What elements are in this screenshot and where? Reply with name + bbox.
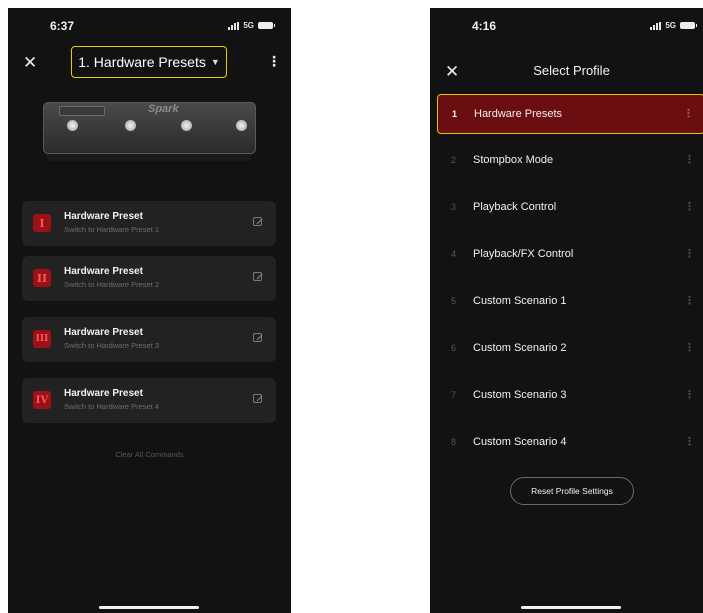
- command-subtitle: Switch to Hardware Preset 3: [64, 341, 160, 350]
- footswitch-knob: [181, 120, 192, 131]
- profile-name: Custom Scenario 4: [473, 436, 567, 448]
- profile-row-stompbox-mode[interactable]: 2 Stompbox Mode ⋮: [437, 141, 703, 181]
- drag-handle-icon[interactable]: ⋮: [684, 294, 695, 307]
- preset-selector-dropdown[interactable]: 1. Hardware Presets ▼: [71, 46, 227, 78]
- roman-numeral-badge: IV: [33, 391, 51, 409]
- footswitch-knob: [236, 120, 247, 131]
- profile-name: Custom Scenario 2: [473, 342, 567, 354]
- profile-name: Playback Control: [473, 201, 557, 213]
- drag-handle-icon[interactable]: ⋮: [684, 153, 695, 166]
- page-title: Select Profile: [533, 63, 610, 78]
- status-bar: 4:16 5G: [430, 8, 703, 48]
- home-indicator: [521, 606, 621, 609]
- profile-index: 6: [451, 343, 457, 353]
- profile-index: 8: [451, 437, 457, 447]
- profile-row-playback-fx-control[interactable]: 4 Playback/FX Control ⋮: [437, 235, 703, 275]
- edit-icon[interactable]: [253, 333, 262, 342]
- status-icons: 5G: [650, 21, 697, 30]
- battery-icon: [680, 22, 697, 29]
- hardware-preset-command-3[interactable]: III Hardware Preset Switch to Hardware P…: [22, 317, 276, 362]
- command-title: Hardware Preset: [64, 388, 143, 399]
- network-label: 5G: [665, 21, 676, 30]
- profile-name: Custom Scenario 1: [473, 295, 567, 307]
- profile-row-custom-scenario-2[interactable]: 6 Custom Scenario 2 ⋮: [437, 329, 703, 369]
- signal-icon: [228, 21, 240, 30]
- status-time: 4:16: [472, 19, 497, 33]
- hardware-presets-screen: 6:37 5G ✕ 1. Hardware Presets ▼ ⋮ Spark …: [8, 8, 291, 613]
- device-display: [59, 106, 105, 116]
- drag-handle-icon[interactable]: ⋮: [684, 341, 695, 354]
- profile-index: 4: [451, 249, 457, 259]
- drag-handle-icon[interactable]: ⋮: [684, 435, 695, 448]
- profile-index: 5: [451, 296, 457, 306]
- caret-down-icon: ▼: [210, 57, 220, 67]
- profile-row-custom-scenario-1[interactable]: 5 Custom Scenario 1 ⋮: [437, 282, 703, 322]
- battery-icon: [258, 22, 275, 29]
- profile-row-custom-scenario-3[interactable]: 7 Custom Scenario 3 ⋮: [437, 376, 703, 416]
- drag-handle-icon[interactable]: ⋮: [684, 247, 695, 260]
- roman-numeral-badge: III: [33, 330, 51, 348]
- kebab-menu-icon[interactable]: ⋮: [267, 54, 281, 68]
- profile-index: 2: [451, 155, 457, 165]
- drag-handle-icon[interactable]: ⋮: [684, 200, 695, 213]
- clear-all-commands-link[interactable]: Clear All Commands: [8, 450, 291, 459]
- select-profile-screen: 4:16 5G ✕ Select Profile 1 Hardware Pres…: [430, 8, 703, 613]
- hardware-preset-command-1[interactable]: I Hardware Preset Switch to Hardware Pre…: [22, 201, 276, 246]
- status-icons: 5G: [228, 21, 275, 30]
- command-subtitle: Switch to Hardware Preset 1: [64, 225, 160, 234]
- profile-name: Playback/FX Control: [473, 248, 574, 260]
- status-time: 6:37: [50, 19, 75, 33]
- status-bar: 6:37 5G: [8, 8, 291, 48]
- footswitch-knob: [67, 120, 78, 131]
- footswitch-device-image: Spark: [43, 96, 256, 164]
- profile-index: 1: [452, 109, 458, 119]
- command-title: Hardware Preset: [64, 211, 143, 222]
- edit-icon[interactable]: [253, 394, 262, 403]
- profile-row-hardware-presets[interactable]: 1 Hardware Presets ⋮: [437, 94, 703, 134]
- edit-icon[interactable]: [253, 217, 262, 226]
- home-indicator: [99, 606, 199, 609]
- preset-selector-label: 1. Hardware Presets: [78, 54, 206, 70]
- roman-numeral-badge: I: [33, 214, 51, 232]
- profile-row-custom-scenario-4[interactable]: 8 Custom Scenario 4 ⋮: [437, 423, 703, 463]
- command-title: Hardware Preset: [64, 266, 143, 277]
- edit-icon[interactable]: [253, 272, 262, 281]
- close-icon[interactable]: ✕: [23, 54, 37, 71]
- hardware-preset-command-2[interactable]: II Hardware Preset Switch to Hardware Pr…: [22, 256, 276, 301]
- command-title: Hardware Preset: [64, 327, 143, 338]
- profile-name: Stompbox Mode: [473, 154, 554, 166]
- profile-name: Custom Scenario 3: [473, 389, 567, 401]
- footswitch-knob: [125, 120, 136, 131]
- network-label: 5G: [243, 21, 254, 30]
- signal-icon: [650, 21, 662, 30]
- device-logo: Spark: [148, 103, 179, 115]
- command-subtitle: Switch to Hardware Preset 4: [64, 402, 160, 411]
- drag-handle-icon[interactable]: ⋮: [684, 388, 695, 401]
- drag-handle-icon[interactable]: ⋮: [683, 107, 694, 120]
- profile-index: 3: [451, 202, 457, 212]
- profile-index: 7: [451, 390, 457, 400]
- profile-row-playback-control[interactable]: 3 Playback Control ⋮: [437, 188, 703, 228]
- reset-profile-settings-button[interactable]: Reset Profile Settings: [510, 477, 634, 505]
- profile-name: Hardware Presets: [474, 108, 563, 120]
- command-subtitle: Switch to Hardware Preset 2: [64, 280, 160, 289]
- hardware-preset-command-4[interactable]: IV Hardware Preset Switch to Hardware Pr…: [22, 378, 276, 423]
- roman-numeral-badge: II: [33, 269, 51, 287]
